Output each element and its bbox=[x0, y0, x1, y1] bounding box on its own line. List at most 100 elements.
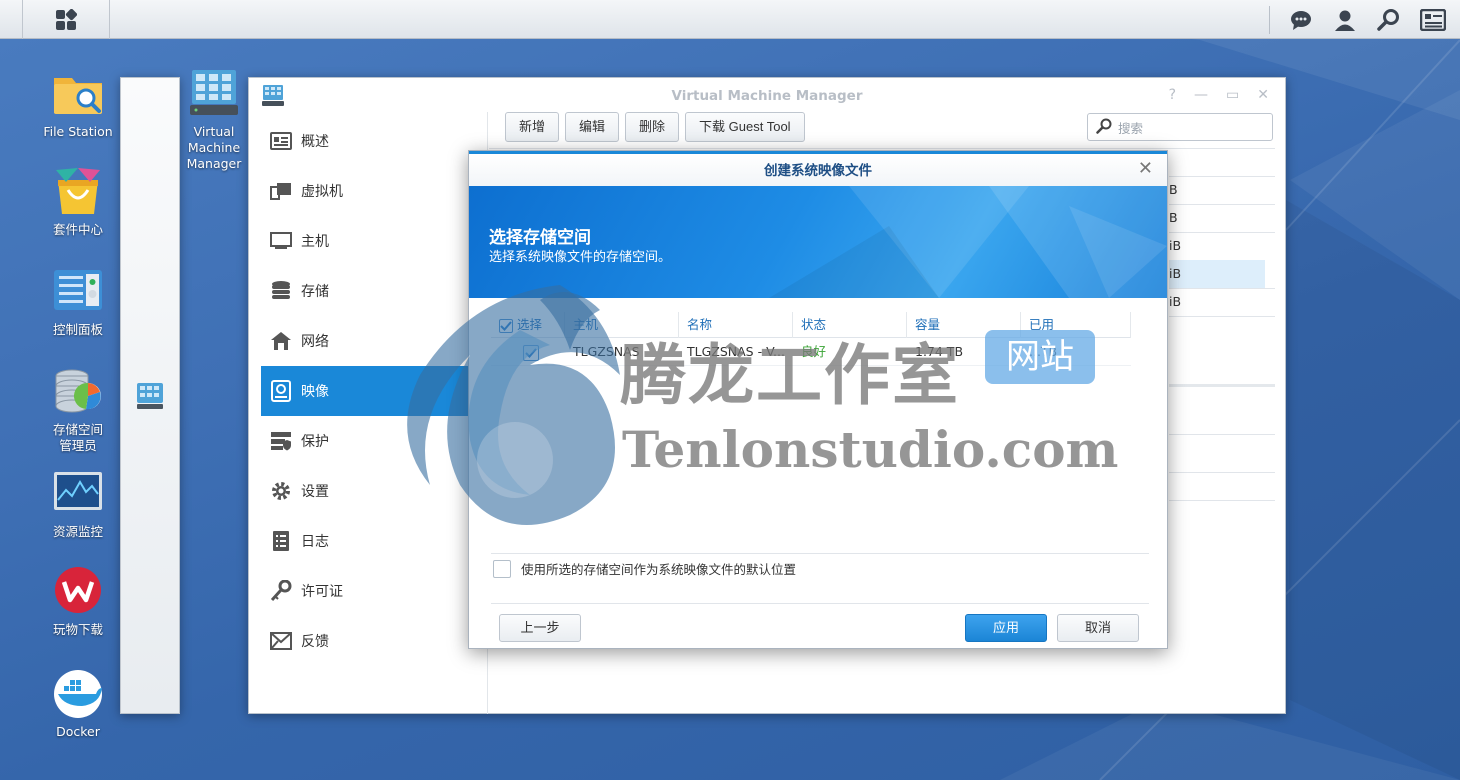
column-header-select[interactable]: 选择 bbox=[491, 312, 565, 338]
download-guest-tool-button[interactable]: 下载 Guest Tool bbox=[685, 112, 805, 142]
user-icon[interactable] bbox=[1332, 7, 1358, 33]
download-station-icon bbox=[55, 567, 101, 613]
sidebar-item-host[interactable]: 主机 bbox=[261, 216, 469, 266]
column-header-capacity[interactable]: 容量 bbox=[907, 312, 1021, 338]
taskbar-vmm-button[interactable] bbox=[120, 77, 180, 714]
minimize-icon[interactable]: — bbox=[1194, 87, 1208, 103]
sidebar-item-label: 概述 bbox=[301, 134, 329, 150]
sidebar-item-storage[interactable]: 存储 bbox=[261, 266, 469, 316]
search-placeholder: 搜索 bbox=[1118, 120, 1144, 136]
host-icon bbox=[269, 229, 293, 253]
sidebar-item-image[interactable]: 映像 bbox=[261, 366, 469, 416]
sidebar-item-license[interactable]: 许可证 bbox=[261, 566, 469, 616]
select-all-checkbox[interactable] bbox=[499, 318, 513, 333]
desktop-icon-storage-manager[interactable]: 存储空间 管理员 bbox=[30, 366, 126, 454]
help-icon[interactable]: ? bbox=[1169, 87, 1176, 103]
column-header-status[interactable]: 状态 bbox=[793, 312, 907, 338]
desktop-icon-label: Docker bbox=[56, 724, 100, 739]
folder-search-icon bbox=[54, 78, 102, 114]
table-divider bbox=[1169, 500, 1275, 501]
sidebar-item-network[interactable]: 网络 bbox=[261, 316, 469, 366]
taskbar bbox=[0, 0, 1460, 714]
table-divider bbox=[1169, 472, 1275, 473]
column-header-name[interactable]: 名称 bbox=[679, 312, 793, 338]
desktop-icon-resource-monitor[interactable]: 资源监控 bbox=[30, 468, 126, 540]
apply-button[interactable]: 应用 bbox=[965, 614, 1047, 642]
sidebar-item-feedback[interactable]: 反馈 bbox=[261, 616, 469, 666]
network-icon bbox=[269, 329, 293, 353]
settings-icon bbox=[269, 479, 293, 503]
panel-splitter[interactable] bbox=[1169, 384, 1275, 387]
column-header-used[interactable]: 已用 bbox=[1021, 312, 1131, 338]
desktop-icon-download-station[interactable]: 玩物下载 bbox=[30, 566, 126, 638]
default-location-checkbox[interactable] bbox=[493, 559, 511, 578]
table-divider bbox=[1169, 232, 1275, 233]
row-name: TLGZSNAS - V... bbox=[687, 344, 785, 359]
row-status: 良好 bbox=[801, 344, 827, 359]
docker-icon bbox=[54, 670, 102, 718]
table-divider bbox=[1169, 316, 1275, 317]
license-icon bbox=[269, 579, 293, 603]
desktop-icon-docker[interactable]: Docker bbox=[30, 668, 126, 740]
row-select-checkbox[interactable] bbox=[523, 344, 539, 361]
table-divider bbox=[1169, 434, 1275, 435]
cancel-button[interactable]: 取消 bbox=[1057, 614, 1139, 642]
add-button[interactable]: 新增 bbox=[505, 112, 560, 142]
storage-grid-header: 选择 主机 名称 状态 容量 已用 bbox=[491, 312, 1131, 338]
sidebar-item-label: 保护 bbox=[301, 434, 329, 450]
storage-manager-icon bbox=[55, 369, 101, 413]
delete-button[interactable]: 删除 bbox=[625, 112, 680, 142]
control-panel-icon bbox=[54, 270, 102, 310]
desktop-icon-control-panel[interactable]: 控制面板 bbox=[30, 266, 126, 338]
back-button[interactable]: 上一步 bbox=[499, 614, 581, 642]
dialog-divider bbox=[491, 553, 1149, 554]
default-location-option[interactable]: 使用所选的存储空间作为系统映像文件的默认位置 bbox=[493, 559, 796, 578]
maximize-icon[interactable]: ▭ bbox=[1226, 87, 1239, 103]
vmm-icon bbox=[190, 70, 238, 115]
feedback-icon bbox=[269, 629, 293, 653]
desktop-icon-package-center[interactable]: 套件中心 bbox=[30, 166, 126, 238]
sidebar-item-protection[interactable]: 保护 bbox=[261, 416, 469, 466]
toolbar: 新增 编辑 删除 下载 Guest Tool bbox=[505, 112, 805, 142]
sidebar-item-virtual-machine[interactable]: 虚拟机 bbox=[261, 166, 469, 216]
package-center-icon bbox=[56, 168, 100, 214]
table-cell: iB bbox=[1169, 266, 1182, 281]
table-row-selected[interactable] bbox=[1169, 260, 1265, 288]
table-divider bbox=[1169, 204, 1275, 205]
row-capacity: 1.74 TB bbox=[915, 344, 964, 359]
table-row[interactable]: TLGZSNAS TLGZSNAS - V... 良好 1.74 TB ...T… bbox=[491, 338, 1131, 366]
sidebar-item-label: 设置 bbox=[301, 484, 329, 500]
close-icon[interactable]: ✕ bbox=[1257, 87, 1269, 103]
row-select-cell bbox=[491, 338, 565, 366]
dialog-title: 创建系统映像文件 bbox=[469, 151, 1167, 186]
vmm-icon bbox=[137, 382, 163, 409]
virtual-machine-icon bbox=[269, 179, 293, 203]
taskbar-separator bbox=[1269, 5, 1270, 34]
widgets-icon[interactable] bbox=[1420, 7, 1446, 33]
notification-chat-icon[interactable] bbox=[1288, 7, 1314, 33]
sidebar-item-overview[interactable]: 概述 bbox=[261, 116, 469, 166]
search-input[interactable]: 搜索 bbox=[1087, 113, 1273, 141]
create-system-image-dialog: 创建系统映像文件 ✕ 选择存储空间 选择系统映像文件的存储空间。 选择 主机 名… bbox=[468, 150, 1168, 649]
sidebar-item-label: 网络 bbox=[301, 334, 329, 350]
sidebar-item-label: 存储 bbox=[301, 284, 329, 300]
overview-icon bbox=[269, 129, 293, 153]
sidebar-item-log[interactable]: 日志 bbox=[261, 516, 469, 566]
main-menu-button[interactable] bbox=[22, 0, 110, 39]
desktop-icon-file-station[interactable]: File Station bbox=[30, 68, 126, 140]
log-icon bbox=[269, 529, 293, 553]
close-icon[interactable]: ✕ bbox=[1138, 158, 1153, 179]
dialog-subheading: 选择系统映像文件的存储空间。 bbox=[489, 250, 672, 265]
column-header-host[interactable]: 主机 bbox=[565, 312, 679, 338]
search-icon bbox=[1096, 118, 1112, 137]
sidebar-item-settings[interactable]: 设置 bbox=[261, 466, 469, 516]
image-icon bbox=[269, 379, 293, 403]
desktop-icon-label: 玩物下载 bbox=[52, 622, 103, 637]
desktop-icon-label: 存储空间 管理员 bbox=[52, 422, 103, 453]
edit-button[interactable]: 编辑 bbox=[565, 112, 620, 142]
table-cell: B bbox=[1169, 182, 1178, 197]
table-divider bbox=[1169, 288, 1275, 289]
desktop-icon-label: 套件中心 bbox=[52, 222, 103, 237]
table-divider bbox=[1169, 176, 1275, 177]
search-icon[interactable] bbox=[1376, 7, 1402, 33]
